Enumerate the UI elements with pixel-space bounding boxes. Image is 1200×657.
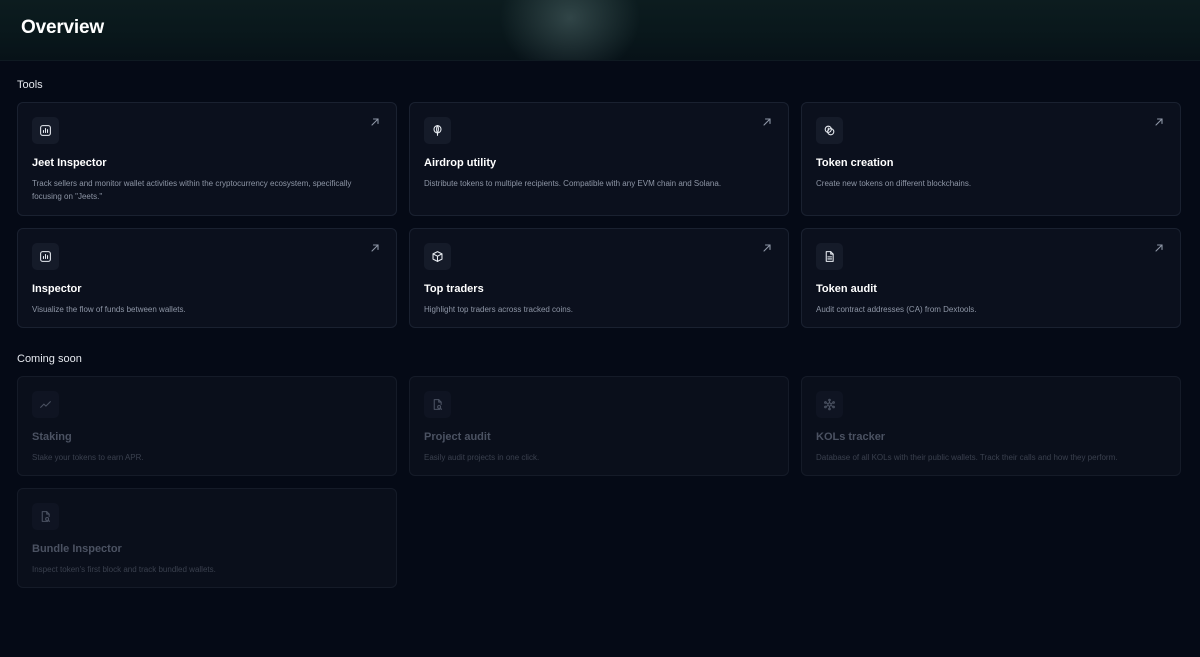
- bar-chart-icon: [32, 117, 59, 144]
- external-arrow-icon[interactable]: [762, 243, 772, 253]
- external-arrow-icon[interactable]: [762, 117, 772, 127]
- coming-soon-card-kols-tracker: KOLs tracker Database of all KOLs with t…: [801, 376, 1181, 476]
- external-arrow-icon[interactable]: [1154, 117, 1164, 127]
- file-search-icon: [32, 503, 59, 530]
- trend-line-icon: [32, 391, 59, 418]
- card-title: Airdrop utility: [424, 157, 497, 169]
- tool-card-top-traders[interactable]: Top traders Highlight top traders across…: [409, 228, 789, 328]
- card-description: Highlight top traders across tracked coi…: [424, 305, 573, 314]
- tool-card-inspector[interactable]: Inspector Visualize the flow of funds be…: [17, 228, 397, 328]
- external-arrow-icon[interactable]: [370, 243, 380, 253]
- file-search-icon: [424, 391, 451, 418]
- card-title: Inspector: [32, 283, 82, 295]
- card-description: Track sellers and monitor wallet activit…: [32, 179, 352, 201]
- card-title: Project audit: [424, 431, 491, 443]
- section-title-tools: Tools: [17, 79, 43, 91]
- card-description: Audit contract addresses (CA) from Dexto…: [816, 305, 977, 314]
- external-arrow-icon[interactable]: [1154, 243, 1164, 253]
- section-title-coming-soon: Coming soon: [17, 353, 82, 365]
- card-description: Stake your tokens to earn APR.: [32, 453, 144, 462]
- card-title: Staking: [32, 431, 72, 443]
- external-arrow-icon[interactable]: [370, 117, 380, 127]
- top-bar: Overview: [0, 0, 1200, 61]
- coming-soon-card-staking: Staking Stake your tokens to earn APR.: [17, 376, 397, 476]
- card-description: Database of all KOLs with their public w…: [816, 453, 1118, 462]
- card-description: Inspect token's first block and track bu…: [32, 565, 216, 574]
- card-title: Jeet Inspector: [32, 157, 107, 169]
- card-description: Easily audit projects in one click.: [424, 453, 540, 462]
- tool-card-token-creation[interactable]: Token creation Create new tokens on diff…: [801, 102, 1181, 216]
- tool-card-airdrop-utility[interactable]: Airdrop utility Distribute tokens to mul…: [409, 102, 789, 216]
- coins-icon: [816, 117, 843, 144]
- card-title: Token creation: [816, 157, 894, 169]
- card-title: Bundle Inspector: [32, 543, 122, 555]
- card-title: Top traders: [424, 283, 484, 295]
- network-icon: [816, 391, 843, 418]
- box-icon: [424, 243, 451, 270]
- coming-soon-card-project-audit: Project audit Easily audit projects in o…: [409, 376, 789, 476]
- card-description: Create new tokens on different blockchai…: [816, 179, 972, 188]
- card-title: KOLs tracker: [816, 431, 886, 443]
- balloon-icon: [424, 117, 451, 144]
- bar-chart-icon: [32, 243, 59, 270]
- page-title: Overview: [21, 17, 104, 38]
- document-icon: [816, 243, 843, 270]
- coming-soon-card-bundle-inspector: Bundle Inspector Inspect token's first b…: [17, 488, 397, 588]
- tool-card-token-audit[interactable]: Token audit Audit contract addresses (CA…: [801, 228, 1181, 328]
- card-description: Distribute tokens to multiple recipients…: [424, 179, 722, 188]
- card-description: Visualize the flow of funds between wall…: [32, 305, 186, 314]
- card-title: Token audit: [816, 283, 877, 295]
- tool-card-jeet-inspector[interactable]: Jeet Inspector Track sellers and monitor…: [17, 102, 397, 216]
